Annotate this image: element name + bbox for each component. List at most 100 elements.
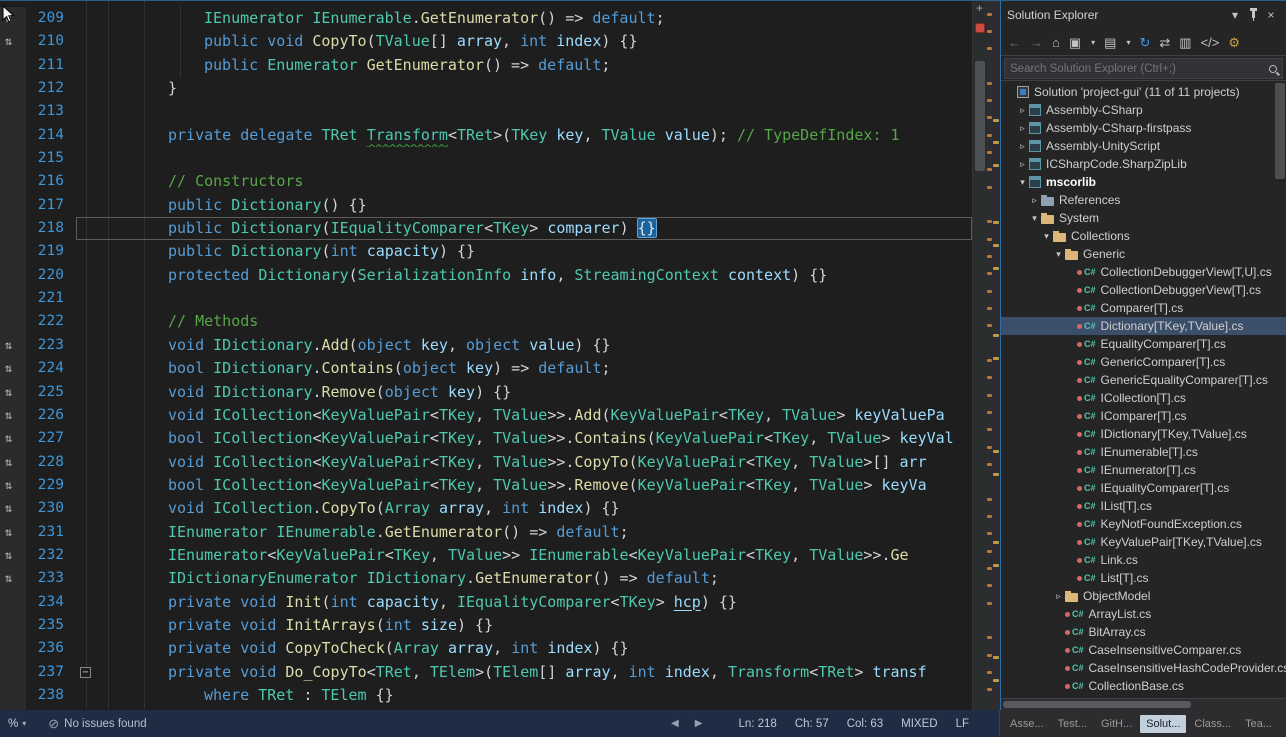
tree-item[interactable]: C#Dictionary[TKey,TValue].cs xyxy=(1001,317,1286,335)
expander-expanded-icon[interactable]: ▾ xyxy=(1040,231,1053,242)
code-text[interactable]: public Dictionary(IEqualityComparer<TKey… xyxy=(96,217,972,240)
fold-margin[interactable] xyxy=(76,497,96,520)
editor-vertical-scrollbar[interactable]: + xyxy=(972,1,986,710)
code-line-218[interactable]: 218public Dictionary(IEqualityComparer<T… xyxy=(0,217,972,240)
fold-margin[interactable] xyxy=(76,707,96,710)
expander-collapsed-icon[interactable]: ▹ xyxy=(1016,123,1029,134)
expander-collapsed-icon[interactable]: ▹ xyxy=(1016,105,1029,116)
glyph-margin[interactable] xyxy=(0,147,26,170)
tree-item[interactable]: ▹Assembly-CSharp xyxy=(1001,101,1286,119)
tool-window-tab[interactable]: Class... xyxy=(1188,715,1237,733)
code-line-231[interactable]: ⇅231IEnumerator IEnumerable.GetEnumerato… xyxy=(0,521,972,544)
expander-collapsed-icon[interactable]: ▹ xyxy=(1052,591,1065,602)
expander-expanded-icon[interactable]: ▾ xyxy=(1052,249,1065,260)
code-line-215[interactable]: 215 xyxy=(0,147,972,170)
implements-interface-icon[interactable]: ⇅ xyxy=(5,334,12,357)
tree-item[interactable]: C#CollectionDebuggerView[T,U].cs xyxy=(1001,263,1286,281)
tree-item[interactable]: Solution 'project-gui' (11 of 11 project… xyxy=(1001,83,1286,101)
fold-margin[interactable] xyxy=(76,194,96,217)
tree-item[interactable]: C#IDictionary[TKey,TValue].cs xyxy=(1001,425,1286,443)
code-text[interactable]: void IDictionary.Remove(object key) {} xyxy=(96,381,972,404)
show-all-files-icon[interactable]: ▥ xyxy=(1179,36,1191,49)
code-line-228[interactable]: ⇅228void ICollection<KeyValuePair<TKey, … xyxy=(0,451,972,474)
tool-window-tab[interactable]: Asse... xyxy=(1004,715,1050,733)
fold-margin[interactable] xyxy=(76,54,96,77)
glyph-margin[interactable] xyxy=(0,170,26,193)
tree-item[interactable]: C#CaseInsensitiveComparer.cs xyxy=(1001,641,1286,659)
views-dropdown-icon[interactable]: ▣ xyxy=(1069,36,1081,49)
fold-margin[interactable] xyxy=(76,684,96,707)
sync-active-document-icon[interactable]: ⇄ xyxy=(1159,36,1170,49)
code-text[interactable]: IEnumerator IEnumerable.GetEnumerator() … xyxy=(96,7,972,30)
view-code-icon[interactable]: </> xyxy=(1201,36,1220,49)
expander-collapsed-icon[interactable]: ▹ xyxy=(1016,159,1029,170)
tree-item[interactable]: ▾Generic xyxy=(1001,245,1286,263)
properties-icon[interactable]: ⚙ xyxy=(1228,36,1240,49)
code-text[interactable]: private static KeyValuePair<TKey, TValue… xyxy=(96,707,972,710)
tree-item[interactable]: C#IEqualityComparer[T].cs xyxy=(1001,479,1286,497)
tree-item[interactable]: ▹References xyxy=(1001,191,1286,209)
glyph-margin[interactable] xyxy=(0,684,26,707)
glyph-margin[interactable]: ⇅ xyxy=(0,404,26,427)
code-line-223[interactable]: ⇅223void IDictionary.Add(object key, obj… xyxy=(0,334,972,357)
code-editor[interactable]: ⇅209IEnumerator IEnumerable.GetEnumerato… xyxy=(0,1,972,710)
search-input[interactable] xyxy=(1010,63,1269,75)
glyph-margin[interactable] xyxy=(0,310,26,333)
glyph-margin[interactable]: ⇅ xyxy=(0,567,26,590)
tree-item[interactable]: C#GenericComparer[T].cs xyxy=(1001,353,1286,371)
code-text[interactable]: bool IDictionary.Contains(object key) =>… xyxy=(96,357,972,380)
code-text[interactable]: public Dictionary() {} xyxy=(96,194,972,217)
code-text[interactable] xyxy=(96,147,972,170)
fold-margin[interactable] xyxy=(76,591,96,614)
code-line-233[interactable]: ⇅233IDictionaryEnumerator IDictionary.Ge… xyxy=(0,567,972,590)
expander-collapsed-icon[interactable]: ▹ xyxy=(1016,141,1029,152)
code-text[interactable]: private void CopyToCheck(Array array, in… xyxy=(96,637,972,660)
glyph-margin[interactable]: ⇅ xyxy=(0,357,26,380)
glyph-margin[interactable] xyxy=(0,77,26,100)
tree-item[interactable]: ▹Assembly-UnityScript xyxy=(1001,137,1286,155)
code-text[interactable]: } xyxy=(96,77,972,100)
indent-mode-indicator[interactable]: MIXED xyxy=(901,718,937,730)
tree-item[interactable]: C#CaseInsensitiveHashCodeProvider.cs xyxy=(1001,659,1286,677)
glyph-margin[interactable] xyxy=(0,240,26,263)
pin-icon[interactable] xyxy=(1244,8,1262,22)
fold-margin[interactable] xyxy=(76,404,96,427)
glyph-margin[interactable]: ⇅ xyxy=(0,381,26,404)
tree-item[interactable]: C#Comparer[T].cs xyxy=(1001,299,1286,317)
fold-collapse-button[interactable]: − xyxy=(80,667,91,678)
tree-item[interactable]: ▾System xyxy=(1001,209,1286,227)
fold-margin[interactable] xyxy=(76,637,96,660)
glyph-margin[interactable] xyxy=(0,124,26,147)
expander-collapsed-icon[interactable]: ▹ xyxy=(1028,195,1041,206)
code-line-224[interactable]: ⇅224bool IDictionary.Contains(object key… xyxy=(0,357,972,380)
code-text[interactable]: private void Do_CopyTo<TRet, TElem>(TEle… xyxy=(96,661,972,684)
code-line-236[interactable]: 236private void CopyToCheck(Array array,… xyxy=(0,637,972,660)
code-line-235[interactable]: 235private void InitArrays(int size) {} xyxy=(0,614,972,637)
tree-horizontal-scrollbar[interactable] xyxy=(1001,698,1286,710)
tree-item[interactable]: ▹ICSharpCode.SharpZipLib xyxy=(1001,155,1286,173)
tool-window-tab[interactable]: GitH... xyxy=(1095,715,1138,733)
code-text[interactable]: // Methods xyxy=(96,310,972,333)
fold-margin[interactable] xyxy=(76,544,96,567)
code-line-229[interactable]: ⇅229bool ICollection<KeyValuePair<TKey, … xyxy=(0,474,972,497)
code-line-219[interactable]: 219public Dictionary(int capacity) {} xyxy=(0,240,972,263)
code-line-238[interactable]: 238where TRet : TElem {} xyxy=(0,684,972,707)
refresh-icon[interactable]: ↻ xyxy=(1139,36,1150,49)
glyph-margin[interactable] xyxy=(0,707,26,710)
code-text[interactable]: // Constructors xyxy=(96,170,972,193)
implements-interface-icon[interactable]: ⇅ xyxy=(5,544,12,567)
code-line-234[interactable]: 234private void Init(int capacity, IEqua… xyxy=(0,591,972,614)
code-text[interactable] xyxy=(96,287,972,310)
fold-margin[interactable] xyxy=(76,474,96,497)
search-box[interactable] xyxy=(1004,58,1283,79)
fold-margin[interactable]: − xyxy=(76,661,96,684)
implements-interface-icon[interactable]: ⇅ xyxy=(5,427,12,450)
fold-margin[interactable] xyxy=(76,147,96,170)
home-icon[interactable]: ⌂ xyxy=(1052,36,1060,49)
implements-interface-icon[interactable]: ⇅ xyxy=(5,404,12,427)
code-text[interactable]: bool ICollection<KeyValuePair<TKey, TVal… xyxy=(96,474,972,497)
tree-item[interactable]: C#IComparer[T].cs xyxy=(1001,407,1286,425)
fold-margin[interactable] xyxy=(76,217,96,240)
code-line-217[interactable]: 217public Dictionary() {} xyxy=(0,194,972,217)
expander-expanded-icon[interactable]: ▾ xyxy=(1028,213,1041,224)
